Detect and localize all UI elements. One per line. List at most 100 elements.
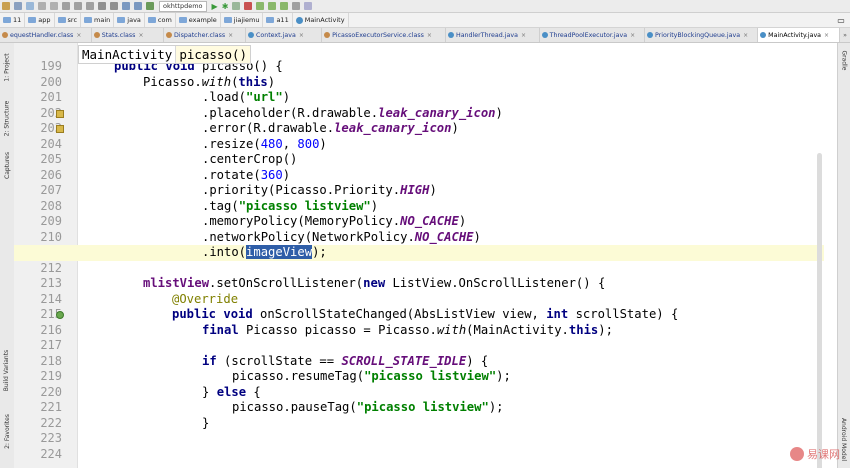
replace-icon[interactable]	[110, 2, 118, 10]
breadcrumb-class[interactable]: MainActivity	[79, 46, 175, 63]
navigation-bar: 11 app src main java com example jiajiem…	[0, 13, 850, 28]
editor-tab[interactable]: ThreadPoolExecutor.java ×	[540, 28, 645, 42]
build-variants-tool-button[interactable]: Build Variants	[0, 343, 14, 397]
back-icon[interactable]	[122, 2, 130, 10]
code-line: .tag("picasso listview")	[202, 198, 379, 213]
folder-icon	[3, 17, 11, 23]
editor-tab[interactable]: Context.java ×	[246, 28, 323, 42]
breadcrumb-item[interactable]: app	[25, 13, 55, 27]
stop-icon[interactable]	[244, 2, 253, 10]
editor-tab[interactable]: PicassoExecutorService.class ×	[322, 28, 446, 42]
close-tab-icon[interactable]: ×	[299, 32, 304, 39]
line-number: 217	[40, 338, 62, 352]
forward-icon[interactable]	[134, 2, 142, 10]
class-file-icon	[2, 32, 8, 38]
line-number: 199	[40, 59, 62, 73]
code-line: @Override	[172, 291, 239, 306]
code-line: .rotate(360)	[202, 167, 291, 182]
redo-icon[interactable]	[50, 2, 58, 10]
editor-tab[interactable]: PriorityBlockingQueue.java ×	[645, 28, 759, 42]
close-tab-icon[interactable]: ×	[228, 32, 233, 39]
java-file-icon	[647, 32, 653, 38]
override-marker-icon[interactable]	[56, 311, 64, 319]
structure-tool-button[interactable]: 2: Structure	[0, 93, 14, 143]
make-icon[interactable]	[146, 2, 154, 10]
main-toolbar: okhttpdemo ▶ ✱	[0, 0, 850, 13]
open-folder-icon[interactable]	[2, 2, 10, 10]
breadcrumb-item[interactable]: src	[55, 13, 82, 27]
java-file-icon	[541, 32, 548, 38]
close-tab-icon[interactable]: ×	[76, 32, 81, 39]
breadcrumb-item[interactable]: example	[176, 13, 221, 27]
code-line: .load("url")	[202, 90, 291, 104]
close-tab-icon[interactable]: ×	[427, 32, 432, 39]
resource-preview-icon[interactable]	[56, 125, 64, 133]
selected-text[interactable]: imageView	[246, 245, 313, 259]
debug-icon[interactable]: ✱	[222, 2, 229, 11]
paste-icon[interactable]	[86, 2, 94, 10]
more-tabs-icon[interactable]: »	[840, 28, 850, 42]
breadcrumb-item[interactable]: a11	[263, 13, 293, 27]
editor-tab[interactable]: HandlerThread.java ×	[446, 28, 540, 42]
line-number: 223	[40, 431, 62, 445]
line-number: 205	[40, 152, 62, 166]
captures-tool-button[interactable]: Captures	[0, 147, 14, 183]
editor-tab[interactable]: Stats.class ×	[92, 28, 164, 42]
close-tab-icon[interactable]: ×	[138, 32, 143, 39]
editor-tabs: equestHandler.class × Stats.class × Dispat…	[0, 28, 850, 43]
restore-window-icon[interactable]: ▭	[832, 13, 850, 27]
breadcrumb-method[interactable]: picasso()	[175, 46, 251, 63]
close-tab-icon[interactable]: ×	[743, 32, 748, 39]
close-tab-icon[interactable]: ×	[630, 32, 635, 39]
line-number: 204	[40, 136, 62, 151]
breadcrumb-item[interactable]: java	[114, 13, 145, 27]
line-number: 206	[40, 167, 62, 182]
find-icon[interactable]	[98, 2, 106, 10]
run-icon[interactable]: ▶	[212, 2, 218, 11]
attach-debugger-icon[interactable]	[232, 2, 241, 10]
line-number: 220	[40, 384, 62, 399]
project-tool-button[interactable]: 1: Project	[0, 47, 14, 87]
breadcrumb-item[interactable]: MainActivity	[293, 13, 349, 27]
undo-icon[interactable]	[38, 2, 46, 10]
gradle-tool-button[interactable]: Gradle	[838, 45, 850, 75]
favorites-tool-button[interactable]: 2: Favorites	[0, 408, 14, 454]
breadcrumb-item[interactable]: com	[145, 13, 176, 27]
close-tab-icon[interactable]: ×	[521, 32, 526, 39]
left-tool-window-bar: 1: Project 2: Structure Captures Build V…	[0, 43, 15, 468]
editor-tab[interactable]: equestHandler.class ×	[0, 28, 92, 42]
sync-icon[interactable]	[26, 2, 34, 10]
avd-manager-icon[interactable]	[268, 2, 277, 10]
cut-icon[interactable]	[62, 2, 70, 10]
breadcrumb-item[interactable]: jiajiemu	[221, 13, 264, 27]
line-number: 209	[40, 214, 62, 228]
class-file-icon	[324, 32, 331, 38]
line-number: 210	[40, 229, 62, 244]
breadcrumb-item[interactable]: 11	[0, 13, 26, 27]
code-area[interactable]: public void picasso() { Picasso.with(thi…	[14, 43, 824, 468]
line-number: 213	[40, 276, 62, 290]
code-editor[interactable]: 199 200 201 202 203 204 205 206 207 208 …	[14, 43, 824, 468]
editor-tab-active[interactable]: MainActivity.java ×	[758, 28, 841, 42]
sdk-manager-icon[interactable]	[256, 2, 265, 10]
line-number: 200	[40, 74, 62, 89]
code-line: .priority(Picasso.Priority.HIGH)	[202, 183, 437, 197]
save-icon[interactable]	[14, 2, 22, 10]
folder-icon	[266, 17, 275, 23]
folder-icon	[117, 17, 126, 23]
close-tab-icon[interactable]: ×	[824, 32, 829, 39]
code-line: .resize(480, 800)	[202, 136, 327, 151]
help-icon[interactable]	[304, 2, 313, 10]
code-line: .memoryPolicy(MemoryPolicy.NO_CACHE)	[202, 214, 467, 228]
folder-icon	[84, 17, 93, 23]
run-configuration-select[interactable]: okhttpdemo	[159, 0, 207, 12]
breadcrumb-item[interactable]: main	[81, 13, 115, 27]
android-monitor-icon[interactable]	[280, 2, 289, 10]
settings-icon[interactable]	[292, 2, 301, 10]
copy-icon[interactable]	[74, 2, 82, 10]
resource-preview-icon[interactable]	[56, 109, 64, 118]
line-number: 214	[40, 291, 62, 306]
editor-scrollbar[interactable]	[817, 153, 822, 468]
editor-tab[interactable]: Dispatcher.class ×	[164, 28, 246, 42]
code-line: picasso.resumeTag("picasso listview");	[232, 369, 511, 383]
